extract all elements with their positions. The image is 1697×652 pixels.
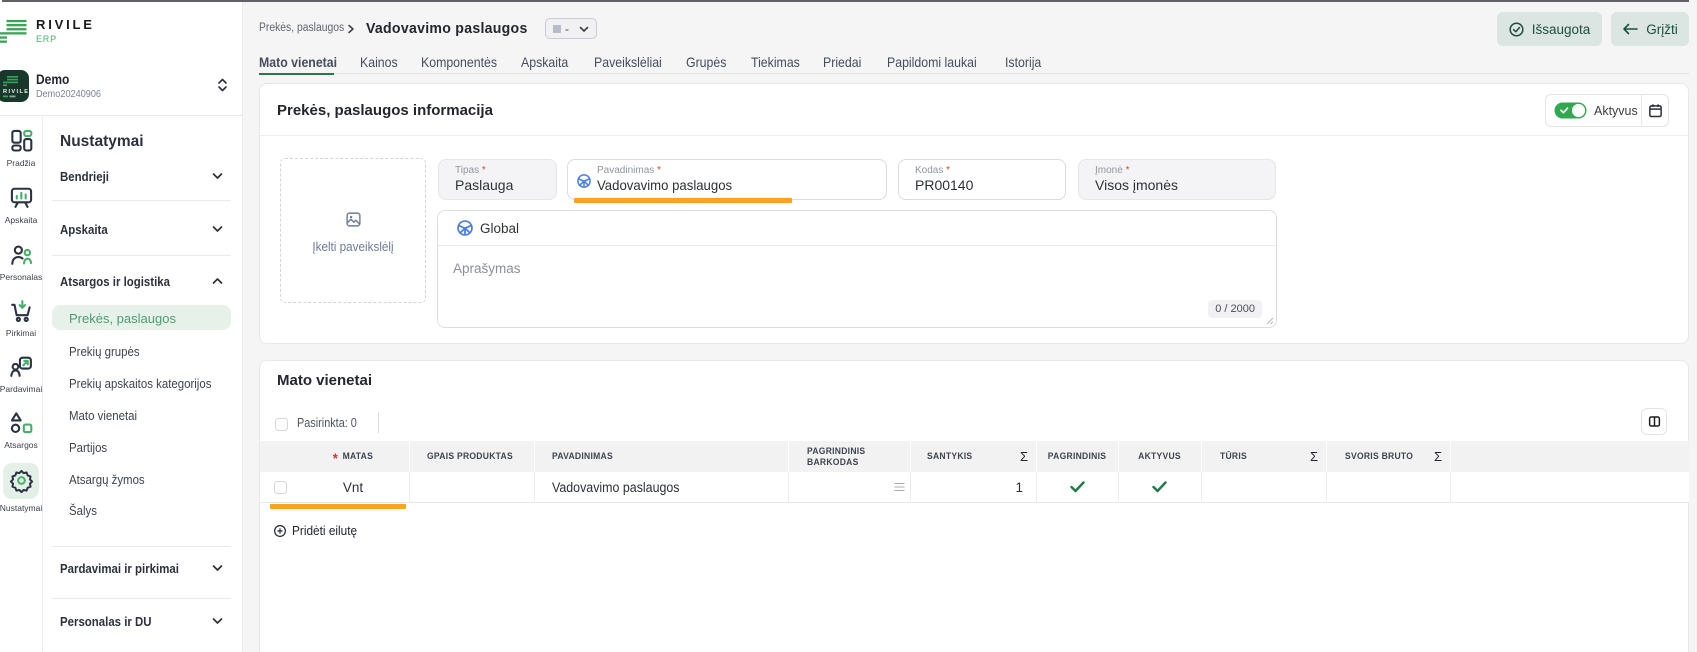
svg-text:RIVILE: RIVILE <box>3 89 29 95</box>
